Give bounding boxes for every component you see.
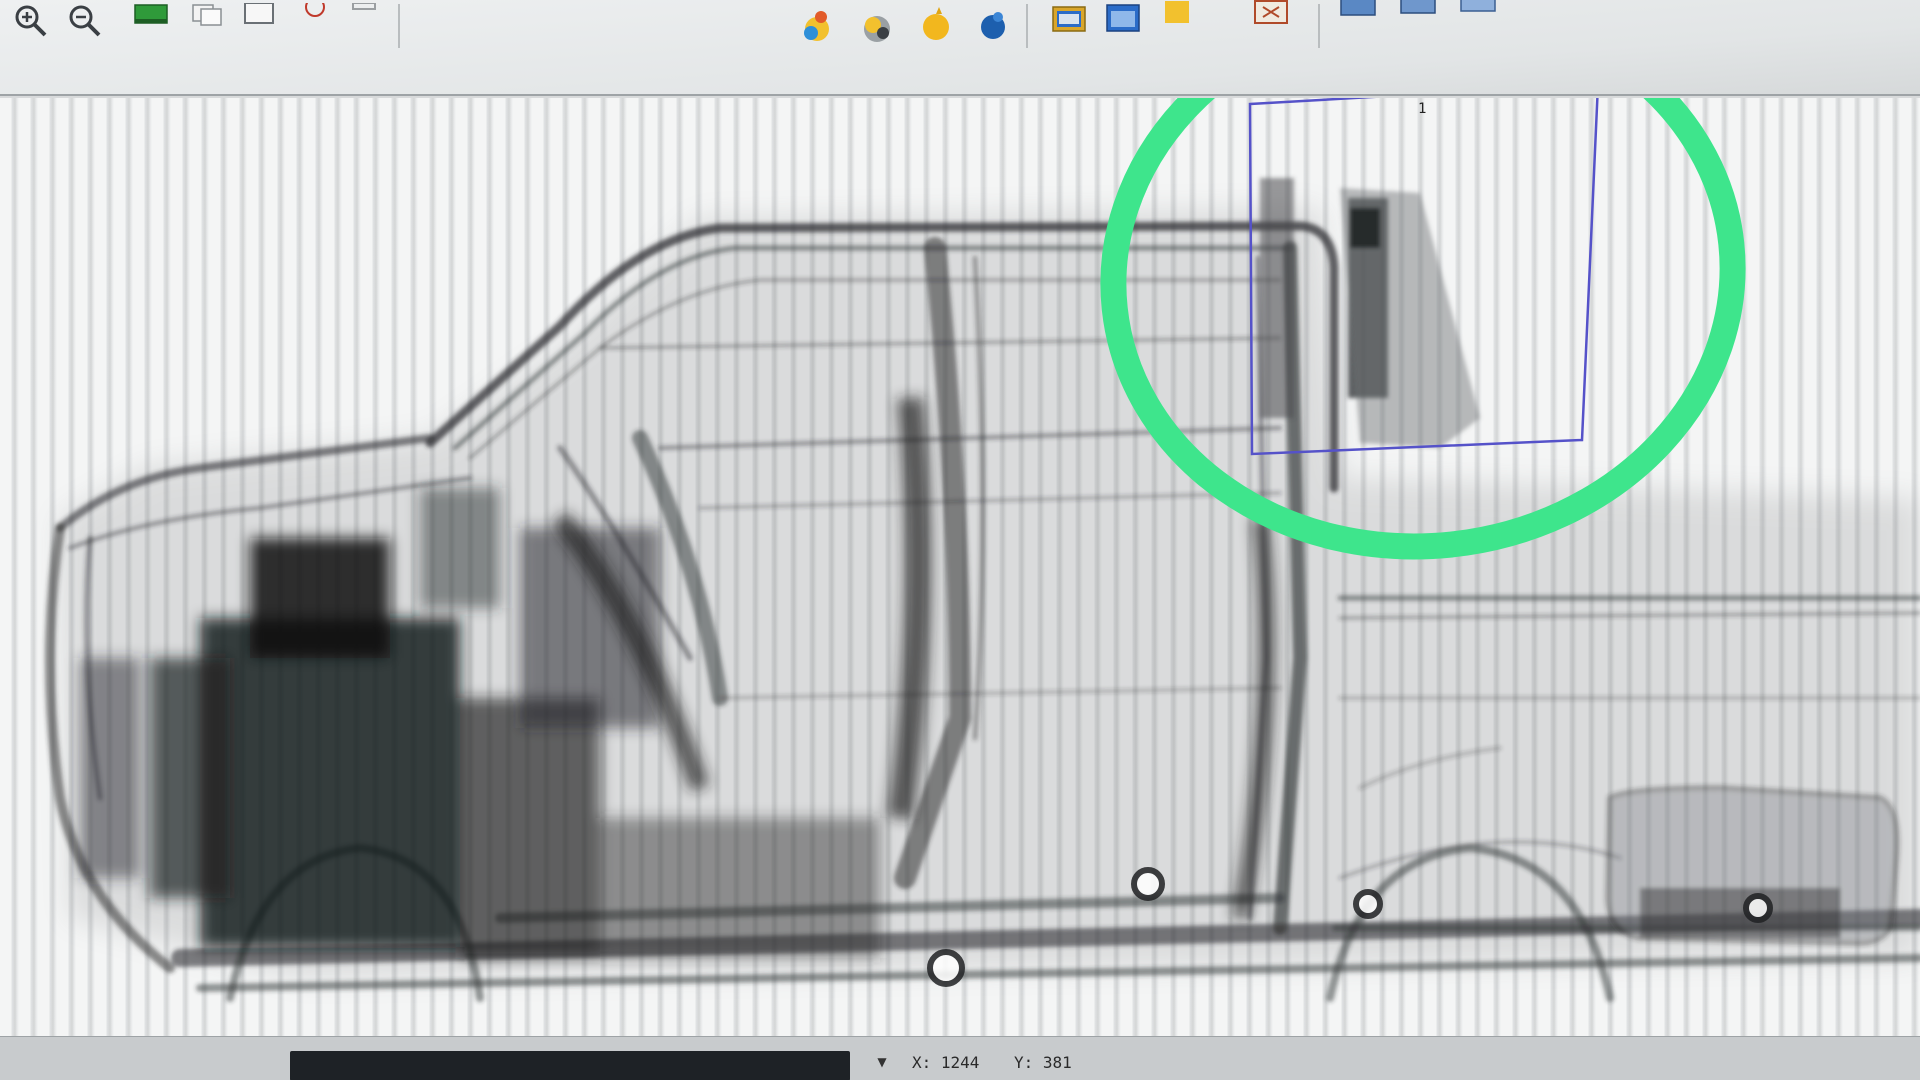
chevron-down-icon[interactable]: ▼	[872, 1055, 892, 1075]
folder-icon[interactable]	[1046, 0, 1092, 44]
display-mode-1-icon[interactable]	[1334, 0, 1380, 38]
image-window-icon[interactable]	[1100, 0, 1146, 44]
status-bar: ▼ X: 1244 Y: 381	[0, 1036, 1920, 1080]
image-view-icon[interactable]	[968, 2, 1014, 48]
organic-filter-icon[interactable]	[794, 0, 840, 46]
selection-box-label: 1	[1418, 101, 1427, 117]
toolbar-separator	[398, 4, 400, 48]
mark-icon[interactable]	[1248, 0, 1294, 42]
mark-icon[interactable]	[1156, 0, 1202, 42]
xray-vehicle-image	[45, 98, 1920, 1002]
toolbar	[0, 0, 1920, 96]
color-palette-icon[interactable]	[292, 0, 338, 46]
window-icon[interactable]	[236, 0, 282, 46]
zoom-out-icon[interactable]	[62, 0, 108, 46]
fit-image-icon[interactable]	[128, 0, 174, 46]
status-x-coordinate: X: 1244	[912, 1053, 980, 1072]
toolbar-separator	[1318, 4, 1320, 48]
display-mode-3-icon[interactable]	[1454, 0, 1500, 36]
status-y-coordinate: Y: 381	[1014, 1053, 1072, 1072]
status-progress-bar	[290, 1051, 850, 1080]
display-mode-2-icon[interactable]	[1394, 0, 1440, 36]
copy-icon[interactable]	[184, 0, 230, 46]
image-window-icon[interactable]	[912, 2, 958, 48]
toolbar-separator	[1026, 4, 1028, 48]
inorganic-filter-icon[interactable]	[854, 2, 900, 48]
pseudo-color-icon[interactable]	[342, 0, 388, 46]
zoom-in-icon[interactable]	[8, 0, 54, 46]
xray-image-viewer[interactable]: 1	[0, 98, 1920, 1036]
